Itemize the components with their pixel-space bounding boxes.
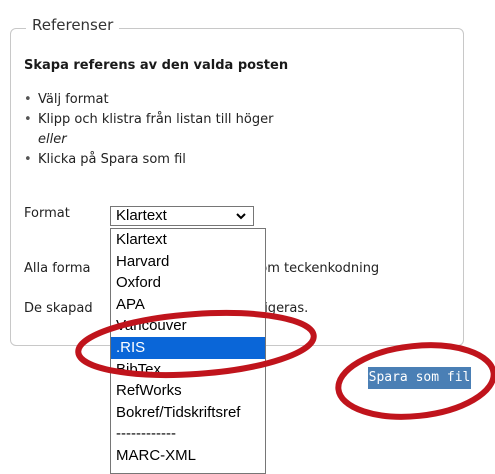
bullet-icon: • xyxy=(24,112,32,127)
instruction-step: • Klipp och klistra från listan till höge… xyxy=(22,110,273,130)
step-text: Klipp och klistra från listan till höger xyxy=(38,112,274,127)
instruction-step: • Välj format xyxy=(22,90,273,110)
format-option[interactable]: RefWorks xyxy=(111,380,265,402)
instruction-list: • Välj format • Klipp och klistra från lis… xyxy=(22,90,273,170)
bullet-icon: • xyxy=(24,92,32,107)
format-select-value: Klartext xyxy=(116,207,167,224)
bullet-icon: • xyxy=(24,152,32,167)
format-option-selected[interactable]: .RIS xyxy=(111,336,265,359)
format-option[interactable]: MARC-XML xyxy=(111,445,265,467)
or-text: eller xyxy=(38,132,67,147)
format-dropdown-list: Klartext Harvard Oxford APA Vancouver .R… xyxy=(110,228,266,474)
format-option[interactable]: Harvard xyxy=(111,251,265,273)
references-legend: Referenser xyxy=(26,16,120,34)
format-option[interactable]: Bokref/Tidskriftsref xyxy=(111,402,265,424)
format-option-separator: ------------ xyxy=(116,425,176,443)
panel-heading: Skapa referens av den valda posten xyxy=(24,58,289,73)
encoding-note-start: Alla forma xyxy=(24,261,91,276)
edit-note-start: De skapad xyxy=(24,301,93,316)
format-label: Format xyxy=(24,206,70,221)
chevron-down-icon xyxy=(236,213,246,220)
references-panel-screen: Referenser Skapa referens av den valda p… xyxy=(0,0,495,474)
step-text: Välj format xyxy=(38,92,109,107)
format-option[interactable]: BibTex xyxy=(111,359,265,381)
format-option[interactable]: Klartext xyxy=(111,229,265,251)
format-option[interactable]: APA xyxy=(111,294,265,316)
format-select[interactable]: Klartext xyxy=(110,206,254,226)
instruction-step: • Klicka på Spara som fil xyxy=(22,150,273,170)
encoding-note-end: som teckenkodning xyxy=(252,261,380,276)
format-option[interactable]: Vancouver xyxy=(111,315,265,337)
format-option[interactable]: Oxford xyxy=(111,272,265,294)
save-as-file-button[interactable]: Spara som fil xyxy=(368,367,471,389)
step-text: Klicka på Spara som fil xyxy=(38,152,186,167)
